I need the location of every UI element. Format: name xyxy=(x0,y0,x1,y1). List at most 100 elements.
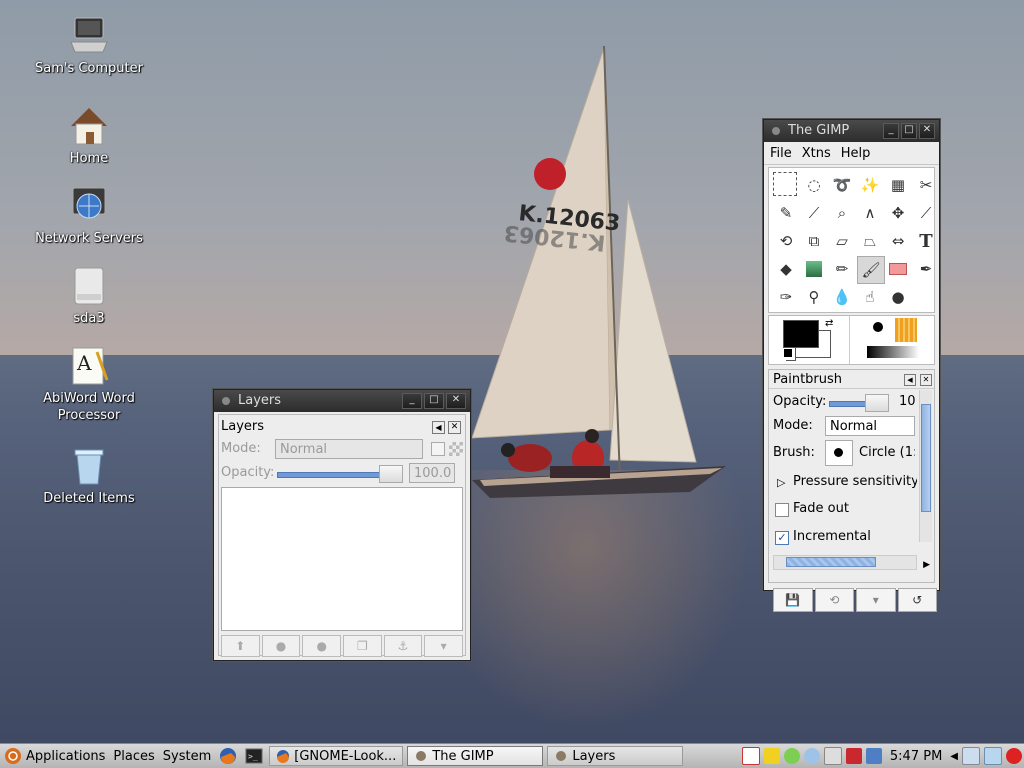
paintbrush-icon[interactable]: 🖌 xyxy=(857,256,885,284)
close-button[interactable]: ✕ xyxy=(446,393,466,409)
raise-layer-button[interactable]: ● xyxy=(261,635,301,657)
maximize-button[interactable]: □ xyxy=(424,393,444,409)
desktop-icon-network-servers[interactable]: Network Servers xyxy=(29,184,149,247)
zoom-icon[interactable]: ⌕ xyxy=(829,200,855,226)
move-icon[interactable]: ✥ xyxy=(885,200,911,226)
incremental-checkbox[interactable]: ✓ xyxy=(775,531,789,545)
desktop-icon-deleted-items[interactable]: Deleted Items xyxy=(29,444,149,507)
close-button[interactable]: ✕ xyxy=(919,123,935,139)
flip-icon[interactable]: ⇔ xyxy=(885,228,911,254)
menu-xtns[interactable]: Xtns xyxy=(802,146,831,161)
volume-icon[interactable]: ◀ xyxy=(948,745,960,767)
paint-mode-combo[interactable]: Normal xyxy=(825,416,915,436)
minimize-button[interactable]: _ xyxy=(883,123,899,139)
scroll-right-arrow-icon[interactable]: ▶ xyxy=(923,560,930,570)
dodge-icon[interactable]: ● xyxy=(885,284,911,310)
desktop-icon-computer[interactable]: Sam's Computer xyxy=(29,14,149,77)
ruby-icon[interactable] xyxy=(845,748,862,764)
blend-icon[interactable] xyxy=(801,256,827,282)
measure-icon[interactable]: ∧ xyxy=(857,200,883,226)
panel-close-icon[interactable]: ✕ xyxy=(920,374,932,386)
desktop-icon-sda3[interactable]: sda3 xyxy=(29,264,149,327)
rotate-icon[interactable]: ⟲ xyxy=(773,228,799,254)
taskbar-item-the-gimp[interactable]: The GIMP xyxy=(407,746,544,766)
fade-out-checkbox[interactable] xyxy=(775,503,789,517)
opacity-slider-thumb[interactable] xyxy=(379,465,403,483)
menu-file[interactable]: File xyxy=(770,146,792,161)
search-icon[interactable] xyxy=(803,748,820,764)
desktop-icon-abiword[interactable]: A AbiWord Word Processor xyxy=(29,344,149,424)
menu-help[interactable]: Help xyxy=(841,146,871,161)
shutdown-icon[interactable] xyxy=(1006,748,1022,764)
trash-icon[interactable] xyxy=(984,747,1002,765)
pencil-icon[interactable]: ✏ xyxy=(829,256,855,282)
crop-icon[interactable]: ⟋ xyxy=(913,200,939,226)
lock-alpha-checkbox[interactable] xyxy=(431,442,445,456)
scrollbar-thumb[interactable] xyxy=(921,404,931,512)
text-icon[interactable]: T xyxy=(913,228,939,254)
printer-icon[interactable] xyxy=(823,747,842,765)
brush-button[interactable] xyxy=(825,440,853,466)
show-desktop-icon[interactable] xyxy=(962,747,980,765)
ink-icon[interactable]: ✑ xyxy=(773,284,799,310)
swap-colors-icon[interactable]: ⇄ xyxy=(825,318,833,329)
layers-titlebar[interactable]: Layers _ □ ✕ xyxy=(214,390,470,412)
opacity-slider-thumb[interactable] xyxy=(865,394,889,412)
maximize-button[interactable]: □ xyxy=(901,123,917,139)
fuzzy-select-icon[interactable]: ✨ xyxy=(857,172,883,198)
pattern-preview[interactable] xyxy=(895,318,917,342)
perspective-icon[interactable]: ⏢ xyxy=(857,228,883,254)
expander-arrow-icon[interactable]: ▷ xyxy=(777,476,785,489)
network-status-icon[interactable] xyxy=(783,748,800,764)
notes-icon[interactable] xyxy=(763,748,780,764)
applications-menu[interactable]: Applications xyxy=(0,745,109,767)
pressure-sensitivity-expander[interactable]: Pressure sensitivity xyxy=(793,474,917,489)
terminal-launcher[interactable]: >_ xyxy=(241,745,267,767)
scale-icon[interactable]: ⧉ xyxy=(801,228,827,254)
options-horizontal-scrollbar[interactable] xyxy=(773,555,917,570)
layer-mode-combo[interactable]: Normal xyxy=(275,439,423,459)
restore-options-button[interactable]: ⟲ xyxy=(814,588,854,612)
lower-layer-button[interactable]: ● xyxy=(302,635,342,657)
airbrush-icon[interactable]: ✒ xyxy=(913,256,939,282)
anchor-layer-button[interactable]: ⚓ xyxy=(383,635,423,657)
save-options-button[interactable]: 💾 xyxy=(773,588,813,612)
network-connection-icon[interactable] xyxy=(865,748,882,764)
desktop-icon-home[interactable]: Home xyxy=(29,104,149,167)
eraser-icon[interactable] xyxy=(885,256,911,282)
scrollbar-thumb[interactable] xyxy=(786,557,876,567)
rect-select-icon[interactable] xyxy=(773,172,797,196)
color-picker-icon[interactable]: ⟋ xyxy=(801,200,827,226)
duplicate-layer-button[interactable]: ❐ xyxy=(343,635,382,657)
panel-menu-icon[interactable]: ◀ xyxy=(904,374,916,386)
gradient-preview[interactable] xyxy=(867,346,919,358)
paths-icon[interactable]: ✎ xyxy=(773,200,799,226)
new-layer-button[interactable]: ⬆ xyxy=(221,635,260,657)
layers-list[interactable] xyxy=(221,487,463,631)
default-colors-icon[interactable] xyxy=(783,348,793,358)
reset-options-button[interactable]: ↺ xyxy=(897,588,937,612)
delete-layer-button[interactable]: ▾ xyxy=(424,635,464,657)
taskbar-item-layers[interactable]: Layers xyxy=(547,746,684,766)
bucket-fill-icon[interactable]: ◆ xyxy=(773,256,799,282)
minimize-button[interactable]: _ xyxy=(402,393,422,409)
gmail-notifier-icon[interactable] xyxy=(741,747,760,765)
firefox-launcher[interactable] xyxy=(215,745,241,767)
smudge-icon[interactable]: ☝ xyxy=(857,284,883,310)
ellipse-select-icon[interactable]: ◌ xyxy=(801,172,827,198)
blur-icon[interactable]: 💧 xyxy=(829,284,855,310)
clock[interactable]: 5:47 PM xyxy=(884,745,948,767)
lasso-icon[interactable]: ➰ xyxy=(829,172,855,198)
clone-icon[interactable]: ⚲ xyxy=(801,284,827,310)
places-menu[interactable]: Places xyxy=(109,745,158,767)
brush-preview[interactable] xyxy=(873,322,883,332)
delete-options-button[interactable]: ▾ xyxy=(856,588,896,612)
taskbar-item-firefox[interactable]: [GNOME-Look... xyxy=(269,746,404,766)
opacity-spinbox[interactable]: 100.0 xyxy=(409,463,455,483)
options-vertical-scrollbar[interactable] xyxy=(919,390,932,542)
panel-menu-icon[interactable]: ◀ xyxy=(432,421,445,434)
color-select-icon[interactable]: ▦ xyxy=(885,172,911,198)
foreground-color-swatch[interactable] xyxy=(783,320,819,348)
system-menu[interactable]: System xyxy=(159,745,215,767)
shear-icon[interactable]: ▱ xyxy=(829,228,855,254)
